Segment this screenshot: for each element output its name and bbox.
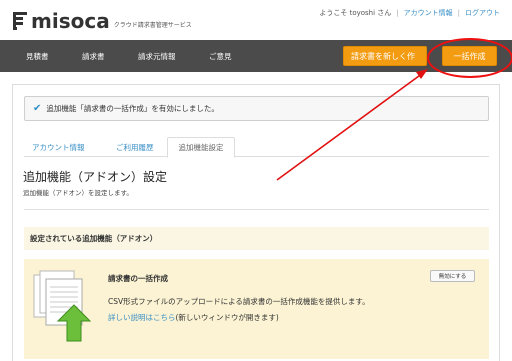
section-heading: 設定されている追加機能（アドオン） (24, 227, 489, 250)
page-title: 追加機能（アドオン）設定 (23, 170, 168, 184)
logo-tagline: クラウド請求書管理サービス (113, 22, 192, 29)
account-link[interactable]: アカウント情報 (404, 8, 453, 18)
section-title: 設定されている追加機能（アドオン） (30, 234, 158, 243)
logout-link[interactable]: ログアウト (465, 8, 500, 18)
success-alert: ✔ 追加機能「請求書の一括作成」を有効にしました。 (24, 96, 489, 121)
separator: | (457, 9, 460, 17)
page-subtitle: 追加機能（アドオン）を設定します。 (23, 189, 133, 197)
nav-item-invoices[interactable]: 請求書 (82, 51, 105, 62)
tab-addon-settings[interactable]: 追加機能設定 (167, 137, 235, 158)
logo-text: misoca (31, 9, 110, 33)
addon-title: 請求書の一括作成 (108, 274, 168, 283)
addon-description: CSV形式ファイルのアップロードによる請求書の一括作成機能を提供します。 (108, 297, 370, 306)
check-icon: ✔ (33, 103, 42, 114)
disable-button[interactable]: 無効にする (430, 270, 475, 282)
nav-item-billing-info[interactable]: 請求元情報 (138, 51, 176, 62)
addon-link-line: 詳しい説明はこちら(新しいウィンドウが開きます) (108, 312, 279, 323)
welcome-text: ようこそ toyoshi さん (319, 9, 392, 17)
tab-account-info[interactable]: アカウント情報 (32, 137, 85, 157)
tab-usage-history[interactable]: ご利用履歴 (116, 137, 154, 157)
disable-button-label: 無効にする (438, 274, 467, 280)
logo[interactable]: misoca クラウド請求書管理サービス (13, 9, 192, 33)
nav-item-feedback[interactable]: ご意見 (209, 51, 232, 62)
logo-icon (13, 12, 27, 30)
new-invoice-button[interactable]: 請求書を新しく作 (343, 46, 427, 66)
addon-card: 請求書の一括作成 無効にする CSV形式ファイルのアップロードによる請求書の一括… (24, 259, 489, 359)
annotation-ellipse (427, 38, 512, 78)
details-link[interactable]: 詳しい説明はこちら (108, 313, 176, 322)
top-bar: misoca クラウド請求書管理サービス ようこそ toyoshi さん | ア… (0, 0, 512, 40)
divider (24, 209, 489, 210)
tab-bar: アカウント情報 ご利用履歴 追加機能設定 (24, 137, 489, 158)
user-bar: ようこそ toyoshi さん | アカウント情報 | ログアウト (319, 8, 500, 18)
csv-upload-icon (33, 270, 92, 342)
new-window-note: (新しいウィンドウが開きます) (175, 313, 279, 322)
nav-item-quotes[interactable]: 見積書 (26, 51, 49, 62)
alert-message: 追加機能「請求書の一括作成」を有効にしました。 (46, 104, 219, 113)
new-invoice-label: 請求書を新しく作 (351, 51, 415, 61)
separator: | (396, 9, 399, 17)
